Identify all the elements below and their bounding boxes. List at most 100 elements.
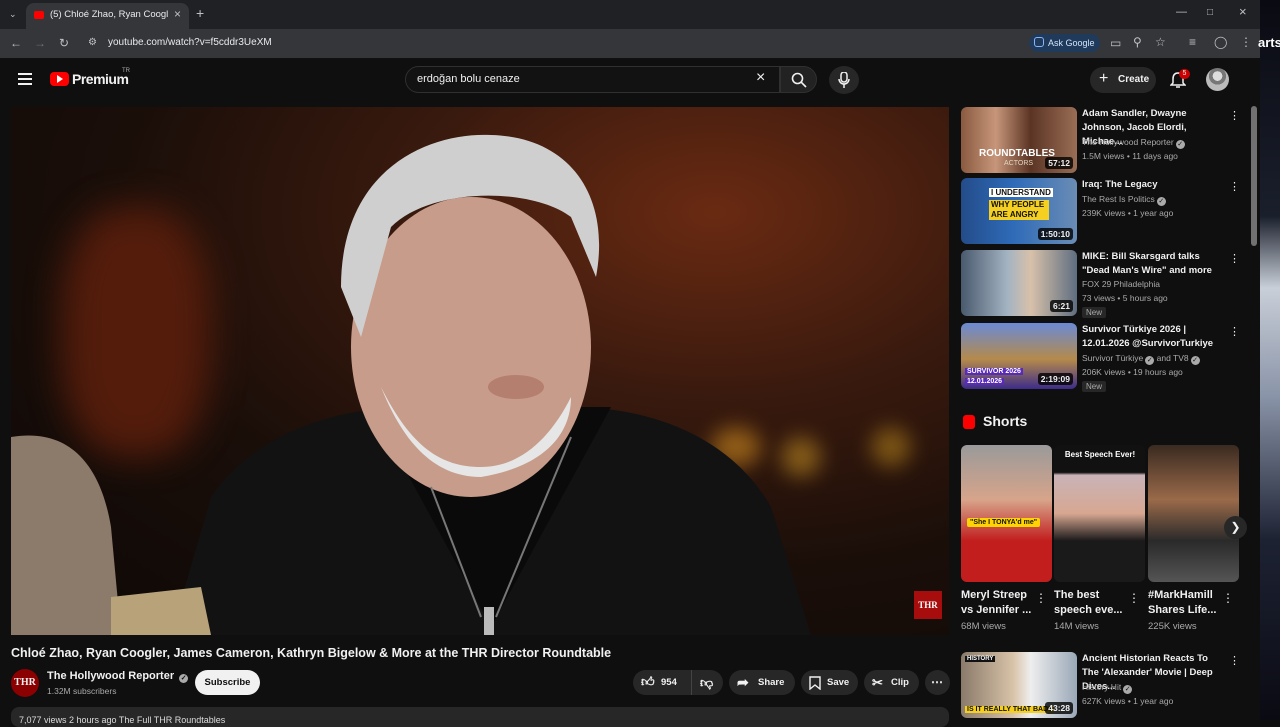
more-vertical-icon[interactable]: ⋮ <box>1229 109 1240 122</box>
video-duration: 1:50:10 <box>1037 228 1073 240</box>
clear-search-icon[interactable]: × <box>756 69 765 87</box>
notification-count-badge: 5 <box>1179 69 1190 79</box>
video-thumbnail[interactable]: SURVIVOR 2026 12.01.2026 2:19:09 <box>961 323 1077 389</box>
more-horizontal-icon: ⋯ <box>931 675 943 689</box>
short-thumbnail[interactable] <box>1148 445 1239 582</box>
video-thumbnail[interactable]: ROUNDTABLES ACTORS 57:12 <box>961 107 1077 173</box>
video-thumbnail[interactable]: I UNDERSTAND WHY PEOPLE ARE ANGRY 1:50:1… <box>961 178 1077 244</box>
more-vertical-icon[interactable]: ⋮ <box>1229 252 1240 265</box>
shorts-icon <box>963 415 975 429</box>
new-badge: New <box>1082 307 1107 318</box>
short-caption: "She I TONYA'd me" <box>967 518 1041 527</box>
recommendation-channel-text: The Rest Is Politics <box>1082 194 1155 204</box>
voice-search-button[interactable] <box>829 66 859 94</box>
bookmark-icon <box>809 676 821 690</box>
browser-tab[interactable]: (5) Chloé Zhao, Ryan Coogler, J × <box>26 3 189 29</box>
bookmark-star-icon[interactable]: ☆ <box>1155 36 1166 48</box>
forward-icon[interactable]: → <box>34 37 46 49</box>
recommendation-channel[interactable]: The Hollywood Reporter ✓ <box>1082 137 1185 149</box>
microphone-icon <box>838 72 850 88</box>
url-field[interactable]: youtube.com/watch?v=f5cddr3UeXM <box>108 37 272 48</box>
search-button[interactable] <box>780 66 817 93</box>
video-thumbnail[interactable]: HISTORY IS IT REALLY THAT BAD? 43:28 <box>961 652 1077 718</box>
video-player[interactable]: THR <box>11 107 949 635</box>
subscribe-button[interactable]: Subscribe <box>195 670 260 695</box>
more-vertical-icon[interactable]: ⋮ <box>1128 591 1140 605</box>
recommendation-meta: 239K views • 1 year ago <box>1082 208 1174 218</box>
dislike-button[interactable]: 👎︎ <box>691 670 723 695</box>
chrome-menu-icon[interactable]: ⋮ <box>1240 36 1252 48</box>
recommendation-channel[interactable]: FOX 29 Philadelphia <box>1082 279 1160 289</box>
recommendation-item[interactable]: SURVIVOR 2026 12.01.2026 2:19:09 Survivo… <box>961 323 1251 392</box>
more-vertical-icon[interactable]: ⋮ <box>1229 180 1240 193</box>
short-title[interactable]: The best speech eve... <box>1054 588 1126 618</box>
plus-icon: + <box>1099 70 1109 87</box>
profile-icon[interactable]: ◯ <box>1214 36 1227 48</box>
recommendation-item[interactable]: 6:21 MIKE: Bill Skarsgard talks "Dead Ma… <box>961 250 1251 318</box>
recommendation-meta: 627K views • 1 year ago <box>1082 696 1174 706</box>
verified-icon: ✓ <box>1175 140 1185 149</box>
create-button[interactable]: + Create <box>1090 67 1156 93</box>
verified-icon: ✓ <box>1190 356 1200 365</box>
share-button[interactable]: ➦ Share <box>729 670 795 695</box>
recommendation-item[interactable]: ROUNDTABLES ACTORS 57:12 Adam Sandler, D… <box>961 107 1251 173</box>
reading-list-icon[interactable]: ≡ <box>1189 36 1196 48</box>
thumbnail-subtext: 12.01.2026 <box>965 378 1005 385</box>
recommendation-channel[interactable]: History Hit ✓ <box>1082 682 1133 694</box>
channel-avatar-text: THR <box>14 677 36 688</box>
like-dislike-group: 👍︎ 954 👎︎ <box>633 670 723 695</box>
shorts-next-button[interactable]: ❯ <box>1224 516 1247 539</box>
site-info-icon[interactable]: ⚙ <box>88 37 97 49</box>
chevron-right-icon: ❯ <box>1230 520 1241 534</box>
short-thumbnail[interactable]: "She I TONYA'd me" <box>961 445 1052 582</box>
subscriber-count: 1.32M subscribers <box>47 686 117 696</box>
recommendation-title: MIKE: Bill Skarsgard talks "Dead Man's W… <box>1082 251 1212 276</box>
recommendation-channel-text: The Hollywood Reporter <box>1082 137 1174 147</box>
more-vertical-icon[interactable]: ⋮ <box>1222 591 1234 605</box>
install-app-icon[interactable]: ▭ <box>1110 37 1121 49</box>
maximize-icon[interactable]: □ <box>1207 7 1213 19</box>
clip-button[interactable]: ✂ Clip <box>864 670 919 695</box>
channel-watermark[interactable]: THR <box>914 591 942 619</box>
shorts-heading: Shorts <box>983 413 1028 429</box>
short-title[interactable]: #MarkHamill Shares Life... <box>1148 588 1220 618</box>
description-box[interactable]: 7,077 views 2 hours ago The Full THR Rou… <box>11 707 949 727</box>
thumbnail-text: SURVIVOR 2026 <box>965 368 1023 375</box>
save-button[interactable]: Save <box>801 670 858 695</box>
recommendation-channel[interactable]: Survivor Türkiye ✓ and TV8 ✓ <box>1082 353 1200 365</box>
recommendation-channel[interactable]: The Rest Is Politics ✓ <box>1082 194 1166 206</box>
tab-search-icon[interactable]: ⌄ <box>9 8 17 20</box>
like-button[interactable]: 👍︎ 954 <box>633 670 689 695</box>
recommendation-meta: 206K views • 19 hours ago <box>1082 367 1183 377</box>
recommendation-title: Survivor Türkiye 2026 | 12.01.2026 @Surv… <box>1082 324 1214 349</box>
address-bar: ← → ↻ ⚙ youtube.com/watch?v=f5cddr3UeXM … <box>0 29 1260 58</box>
reload-icon[interactable]: ↻ <box>59 37 69 49</box>
video-thumbnail[interactable]: 6:21 <box>961 250 1077 316</box>
recommendation-item[interactable]: I UNDERSTAND WHY PEOPLE ARE ANGRY 1:50:1… <box>961 178 1251 244</box>
history-channel-label: HISTORY <box>965 656 996 662</box>
tab-close-icon[interactable]: × <box>174 7 181 21</box>
minimize-icon[interactable]: — <box>1176 6 1187 18</box>
hamburger-menu-icon[interactable] <box>18 73 32 85</box>
verified-icon: ✓ <box>1156 197 1166 206</box>
close-window-icon[interactable]: × <box>1239 5 1247 18</box>
scrollbar[interactable] <box>1251 106 1257 246</box>
channel-avatar[interactable]: THR <box>11 669 39 697</box>
more-vertical-icon[interactable]: ⋮ <box>1229 325 1240 338</box>
short-thumbnail[interactable]: Best Speech Ever! <box>1054 445 1145 582</box>
short-title[interactable]: Meryl Streep vs Jennifer ... <box>961 588 1033 618</box>
new-tab-icon[interactable]: + <box>196 6 204 20</box>
description-meta: 7,077 views 2 hours ago The Full THR Rou… <box>19 715 226 725</box>
recommendation-item[interactable]: HISTORY IS IT REALLY THAT BAD? 43:28 Anc… <box>961 652 1251 718</box>
video-duration: 57:12 <box>1045 157 1073 169</box>
search-input[interactable]: erdoğan bolu cenaze × <box>405 66 780 93</box>
channel-name[interactable]: The Hollywood Reporter ✓ <box>47 670 189 683</box>
back-icon[interactable]: ← <box>10 37 22 49</box>
more-vertical-icon[interactable]: ⋮ <box>1035 591 1047 605</box>
more-vertical-icon[interactable]: ⋮ <box>1229 654 1240 667</box>
ask-google-button[interactable]: Ask Google <box>1029 34 1100 52</box>
more-actions-button[interactable]: ⋯ <box>925 670 950 695</box>
zoom-icon[interactable]: ⚲ <box>1133 36 1142 48</box>
thumbnail-subtext: WHY PEOPLE ARE ANGRY <box>989 200 1049 220</box>
avatar[interactable] <box>1206 68 1229 91</box>
